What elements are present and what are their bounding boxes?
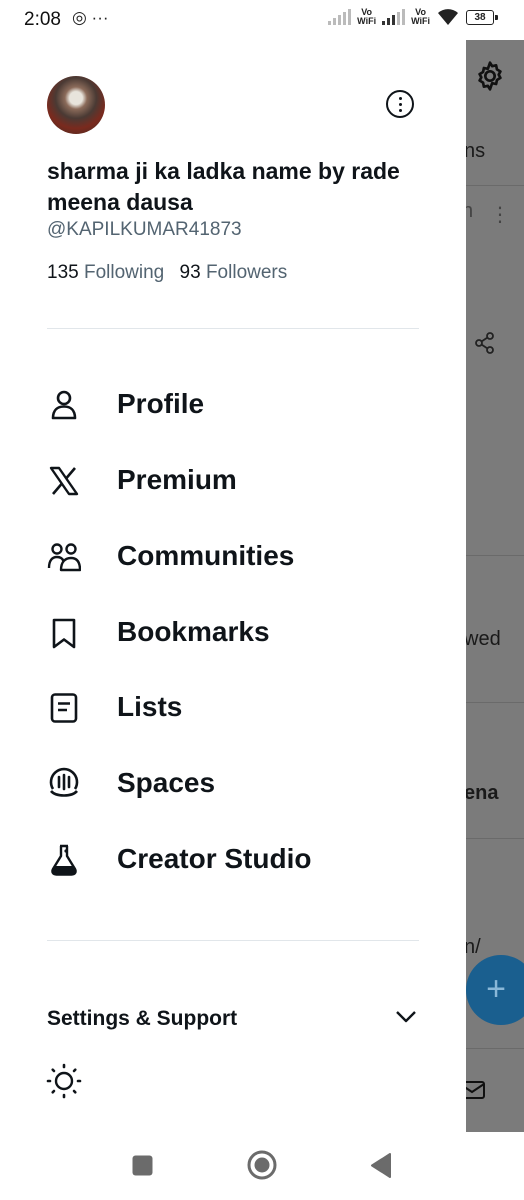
following-count: 135	[47, 262, 79, 283]
bookmark-icon	[52, 618, 76, 649]
messages-icon	[466, 1081, 485, 1099]
avatar[interactable]	[47, 76, 105, 134]
spaces-icon	[49, 767, 79, 797]
notification-icons: ◎ ···	[72, 8, 109, 27]
menu-label: Lists	[117, 691, 183, 722]
status-bar: 2:08 ◎ ··· Vo WiFi Vo WiFi 38	[0, 0, 524, 40]
follow-stats: 135 Following 93 Followers	[47, 262, 287, 284]
followers-label: Followers	[205, 262, 288, 283]
following-label: Following	[83, 262, 165, 283]
menu-item-spaces[interactable]: Spaces	[47, 757, 427, 807]
signal-icon	[328, 9, 352, 25]
system-nav-bar	[0, 1132, 524, 1200]
settings-support-label: Settings & Support	[47, 1007, 238, 1030]
chevron-down-icon	[396, 1011, 416, 1023]
menu-item-profile[interactable]: Profile	[47, 378, 427, 428]
display-theme-icon[interactable]	[46, 1063, 82, 1099]
flask-icon	[51, 844, 77, 876]
more-vertical-icon: ⋮	[490, 204, 510, 226]
followers-link[interactable]: 93 Followers	[180, 262, 288, 283]
divider	[466, 555, 524, 556]
status-time: 2:08	[24, 9, 61, 30]
followers-count: 93	[179, 262, 201, 283]
background-text-fragment: n	[466, 200, 474, 222]
status-right-icons: Vo WiFi Vo WiFi 38	[328, 7, 498, 26]
divider	[466, 702, 524, 703]
list-icon	[50, 693, 78, 723]
following-link[interactable]: 135 Following	[47, 262, 164, 283]
menu-label: Spaces	[117, 767, 216, 798]
communities-icon	[47, 543, 81, 572]
menu-item-creator-studio[interactable]: Creator Studio	[47, 833, 427, 883]
background-text-fragment: ns	[466, 140, 486, 162]
signal-icon	[382, 9, 406, 25]
profile-handle[interactable]: @KAPILKUMAR41873	[47, 219, 242, 241]
battery-icon: 38	[466, 9, 498, 25]
vowifi-label: Vo WiFi	[357, 7, 377, 26]
divider	[47, 328, 419, 329]
divider	[466, 185, 524, 186]
menu-label: Bookmarks	[117, 616, 270, 647]
menu-item-bookmarks[interactable]: Bookmarks	[47, 606, 427, 656]
profile-display-name[interactable]: sharma ji ka ladka name by rade meena da…	[47, 156, 427, 218]
menu-item-communities[interactable]: Communities	[47, 530, 427, 580]
battery-level: 38	[474, 11, 486, 23]
menu-label: Communities	[117, 540, 295, 571]
background-app-overlay[interactable]: ns n ⋮ wed ena n/ +	[466, 40, 524, 1132]
menu-item-premium[interactable]: Premium	[47, 454, 427, 504]
vowifi-label: Vo WiFi	[411, 7, 430, 26]
menu-label: Creator Studio	[117, 843, 312, 874]
person-icon	[51, 390, 77, 420]
compose-fab: +	[466, 955, 524, 1025]
menu-label: Profile	[117, 388, 205, 419]
more-options-icon[interactable]	[386, 90, 414, 118]
menu-item-lists[interactable]: Lists	[47, 681, 427, 731]
x-logo-icon	[49, 466, 79, 496]
share-icon	[475, 332, 494, 354]
background-text-fragment: ena	[466, 782, 499, 804]
navigation-drawer: sharma ji ka ladka name by rade meena da…	[0, 40, 466, 1132]
menu-label: Premium	[117, 464, 237, 495]
background-text-fragment: n/	[466, 936, 481, 958]
background-text-fragment: wed	[466, 628, 501, 650]
divider	[466, 1048, 524, 1049]
back-icon[interactable]	[370, 1153, 392, 1178]
divider	[466, 838, 524, 839]
wifi-icon	[438, 9, 458, 25]
recents-icon[interactable]	[132, 1155, 153, 1176]
settings-support-toggle[interactable]: Settings & Support	[47, 1005, 419, 1035]
divider	[47, 940, 419, 941]
gear-icon	[478, 61, 502, 91]
home-icon[interactable]	[247, 1150, 277, 1180]
